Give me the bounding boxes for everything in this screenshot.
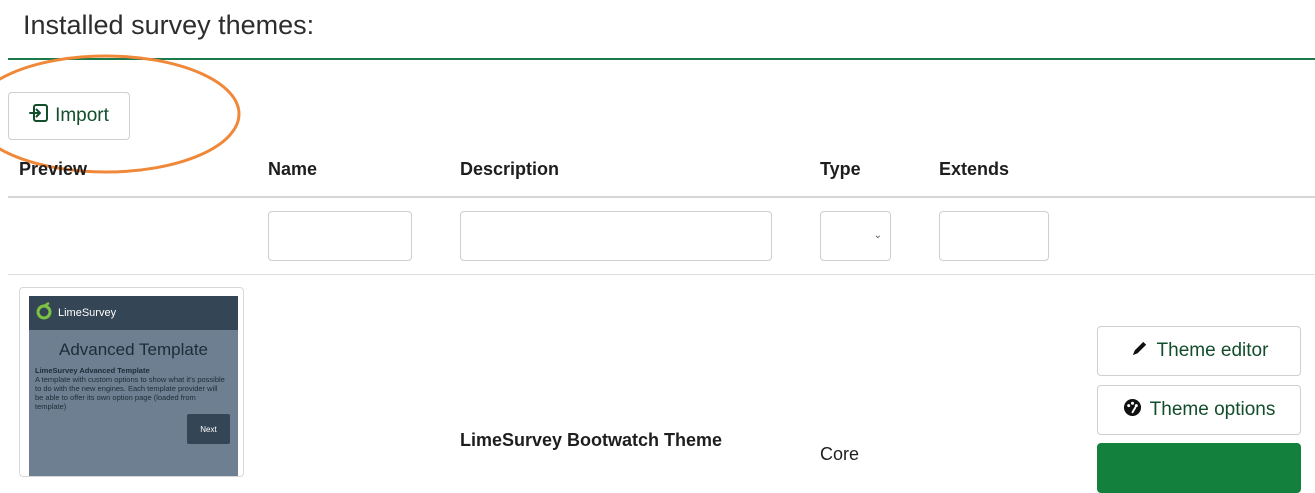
preview-navbar: LimeSurvey bbox=[29, 296, 238, 330]
theme-type: Core bbox=[820, 444, 860, 464]
header-divider bbox=[8, 196, 1315, 198]
column-header-type[interactable]: Type bbox=[820, 159, 861, 180]
import-button[interactable]: Import bbox=[8, 92, 130, 140]
description-filter-input[interactable] bbox=[460, 211, 772, 261]
column-header-preview[interactable]: Preview bbox=[19, 159, 87, 180]
preview-brand: LimeSurvey bbox=[58, 307, 117, 319]
column-header-description[interactable]: Description bbox=[460, 159, 559, 180]
column-header-name[interactable]: Name bbox=[268, 159, 317, 180]
theme-preview-card: LimeSurvey Advanced Template LimeSurvey … bbox=[19, 287, 244, 477]
palette-icon bbox=[1123, 398, 1142, 423]
import-icon bbox=[29, 103, 49, 129]
preview-subhead: LimeSurvey Advanced Template bbox=[35, 366, 150, 375]
theme-editor-button[interactable]: Theme editor bbox=[1097, 326, 1301, 376]
theme-editor-label: Theme editor bbox=[1156, 340, 1269, 361]
title-divider bbox=[8, 58, 1315, 60]
page-title: Installed survey themes: bbox=[23, 10, 315, 40]
preview-headline: Advanced Template bbox=[58, 340, 208, 359]
preview-next-button: Next bbox=[187, 414, 230, 444]
theme-name: LimeSurvey Bootwatch Theme bbox=[460, 430, 723, 450]
limesurvey-logo bbox=[35, 301, 53, 325]
preview-body: A template with custom options to show w… bbox=[35, 375, 225, 411]
pencil-icon bbox=[1130, 339, 1149, 364]
extends-filter-input[interactable] bbox=[939, 211, 1049, 261]
filter-divider bbox=[8, 274, 1315, 275]
theme-options-label: Theme options bbox=[1149, 399, 1276, 420]
theme-preview-image: LimeSurvey Advanced Template LimeSurvey … bbox=[29, 296, 238, 476]
column-header-extends[interactable]: Extends bbox=[939, 159, 1009, 180]
name-filter-input[interactable] bbox=[268, 211, 412, 261]
chevron-down-icon: ⌄ bbox=[873, 230, 882, 241]
import-label: Import bbox=[55, 105, 109, 126]
type-filter-select[interactable]: ⌄ bbox=[820, 211, 891, 261]
theme-options-button[interactable]: Theme options bbox=[1097, 385, 1301, 435]
theme-primary-action-button[interactable] bbox=[1097, 443, 1301, 493]
